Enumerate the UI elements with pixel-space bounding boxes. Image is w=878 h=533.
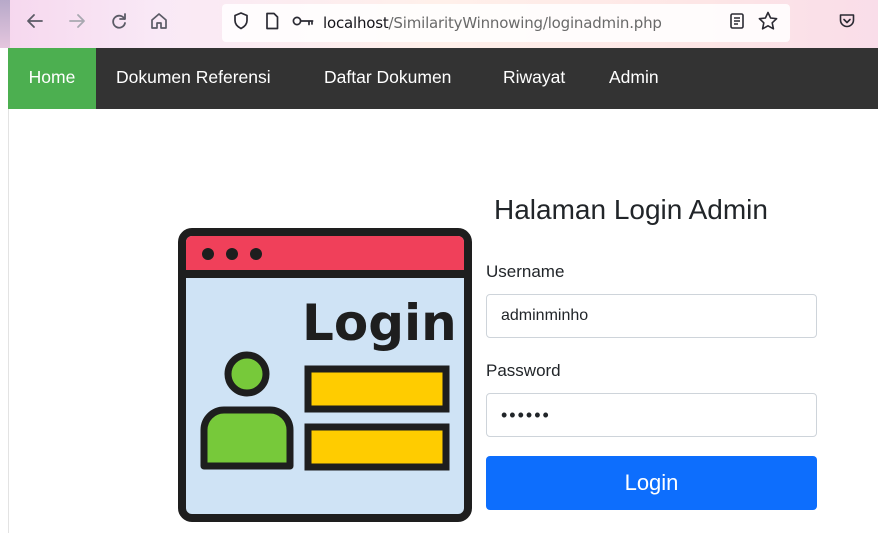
username-label: Username: [486, 262, 565, 281]
nav-item-home[interactable]: Home: [8, 48, 96, 109]
page-title: Halaman Login Admin: [494, 194, 768, 225]
reload-icon[interactable]: [106, 8, 132, 34]
nav-item-daftar-dokumen[interactable]: Daftar Dokumen: [306, 48, 469, 109]
login-button[interactable]: Login: [486, 456, 817, 510]
top-navbar: Home Dokumen Referensi Daftar Dokumen Ri…: [8, 48, 878, 109]
password-field[interactable]: ••••••: [486, 393, 817, 437]
url-text[interactable]: localhost/SimilarityWinnowing/loginadmin…: [323, 14, 662, 32]
nav-item-admin[interactable]: Admin: [591, 48, 677, 109]
page-icon[interactable]: [259, 8, 285, 34]
forward-arrow-icon[interactable]: [64, 8, 90, 34]
nav-item-dokumen-referensi[interactable]: Dokumen Referensi: [98, 48, 289, 109]
back-arrow-icon[interactable]: [22, 8, 48, 34]
toolbar-edge: [0, 0, 10, 48]
pocket-icon[interactable]: [834, 8, 860, 34]
home-icon[interactable]: [146, 8, 172, 34]
url-host: localhost: [323, 14, 389, 32]
nav-item-riwayat[interactable]: Riwayat: [485, 48, 583, 109]
page-left-border: [8, 109, 9, 533]
illustration-login-text: Login: [302, 294, 457, 352]
browser-toolbar: localhost/SimilarityWinnowing/loginadmin…: [0, 0, 878, 48]
username-field[interactable]: adminminho: [486, 294, 817, 338]
url-path: /SimilarityWinnowing/loginadmin.php: [388, 14, 662, 32]
reader-mode-icon[interactable]: [724, 8, 750, 34]
login-illustration: Login: [178, 228, 472, 527]
key-icon[interactable]: [290, 8, 316, 34]
password-label: Password: [486, 361, 561, 380]
shield-icon[interactable]: [228, 8, 254, 34]
bookmark-star-icon[interactable]: [755, 8, 781, 34]
